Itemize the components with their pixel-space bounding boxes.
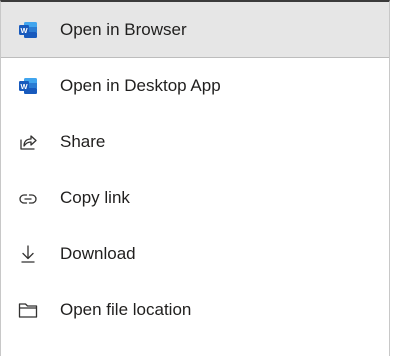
folder-icon xyxy=(17,299,39,321)
menu-item-share[interactable]: Share xyxy=(1,114,389,170)
menu-item-label: Open file location xyxy=(60,300,192,319)
context-menu: W Open in Browser W Open in Desktop App … xyxy=(0,0,390,356)
word-icon: W xyxy=(17,75,39,97)
download-icon xyxy=(17,243,39,265)
menu-item-label: Open in Desktop App xyxy=(60,76,221,95)
menu-item-download[interactable]: Download xyxy=(1,226,389,282)
svg-text:W: W xyxy=(20,82,28,91)
share-icon xyxy=(17,131,39,153)
menu-item-label: Share xyxy=(60,132,106,151)
svg-text:W: W xyxy=(20,26,28,35)
menu-item-label: Copy link xyxy=(60,188,130,207)
word-icon: W xyxy=(17,19,39,41)
menu-item-label: Open in Browser xyxy=(60,19,187,39)
menu-item-open-in-desktop-app[interactable]: W Open in Desktop App xyxy=(1,58,389,114)
menu-item-open-file-location[interactable]: Open file location xyxy=(1,282,389,338)
menu-item-open-in-browser[interactable]: W Open in Browser xyxy=(1,2,389,58)
menu-item-label: Download xyxy=(60,244,136,263)
link-icon xyxy=(17,187,39,209)
menu-item-copy-link[interactable]: Copy link xyxy=(1,170,389,226)
